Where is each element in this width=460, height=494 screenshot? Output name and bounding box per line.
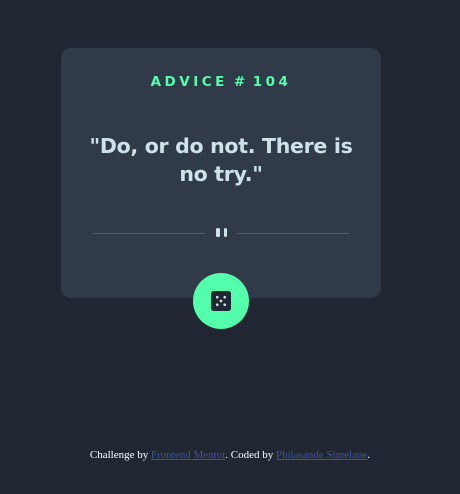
advice-quote: "Do, or do not. There is no try." [89, 134, 353, 186]
advice-number: ADVICE #104 [61, 73, 381, 91]
attribution-prefix: Challenge by [89, 449, 149, 461]
author-link[interactable]: Philasande Simelane [276, 449, 367, 461]
advice-separator: # [233, 74, 249, 90]
advice-card: ADVICE #104 "Do, or do not. There is no t… [61, 48, 381, 298]
divider-line-right [237, 233, 349, 234]
generate-advice-button[interactable] [193, 273, 249, 329]
advice-id: 104 [252, 74, 292, 90]
dice-icon [211, 291, 231, 311]
frontend-mentor-link[interactable]: Frontend Mentor [151, 449, 225, 461]
pattern-divider [93, 228, 349, 240]
attribution-suffix: . [367, 449, 371, 461]
divider-line-left [93, 233, 205, 234]
advice-label: ADVICE [150, 74, 228, 90]
attribution-middle: . Coded by [225, 449, 274, 461]
attribution: Challenge by Frontend Mentor. Coded by P… [0, 448, 460, 462]
pause-icon [215, 228, 228, 237]
